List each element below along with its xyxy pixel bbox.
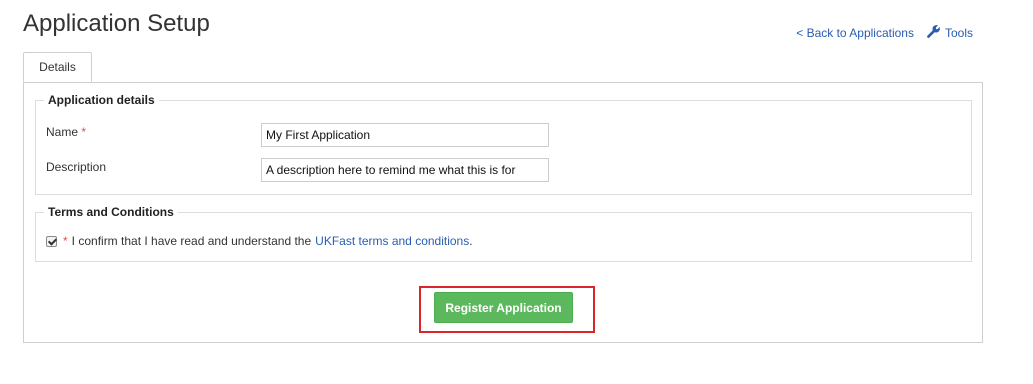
required-indicator: * — [81, 125, 87, 139]
terms-link[interactable]: UKFast terms and conditions — [315, 234, 469, 248]
tools-label: Tools — [944, 26, 973, 40]
application-details-fieldset: Application details Name * Description — [35, 93, 972, 195]
description-label: Description — [46, 160, 107, 174]
name-label-text: Name — [46, 125, 79, 139]
wrench-icon — [926, 24, 941, 42]
terms-period: . — [469, 234, 473, 248]
required-indicator: * — [63, 234, 68, 248]
tab-strip: Details — [23, 52, 983, 83]
back-to-applications-link[interactable]: < Back to Applications — [796, 26, 914, 40]
details-panel: Application details Name * Description T… — [23, 82, 983, 343]
name-label: Name * — [46, 125, 86, 139]
application-details-legend: Application details — [48, 93, 155, 107]
terms-legend: Terms and Conditions — [48, 205, 174, 219]
page-title: Application Setup — [23, 10, 210, 37]
tools-link[interactable]: Tools — [926, 24, 973, 42]
register-application-button[interactable]: Register Application — [434, 292, 573, 323]
tab-details[interactable]: Details — [23, 52, 92, 82]
terms-fieldset: Terms and Conditions * I confirm that I … — [35, 205, 972, 262]
top-links: < Back to Applications Tools — [796, 24, 973, 42]
name-input[interactable] — [261, 123, 549, 147]
description-input[interactable] — [261, 158, 549, 182]
terms-text: I confirm that I have read and understan… — [71, 234, 312, 248]
terms-row: * I confirm that I have read and underst… — [46, 234, 473, 248]
terms-checkbox[interactable] — [46, 235, 57, 247]
